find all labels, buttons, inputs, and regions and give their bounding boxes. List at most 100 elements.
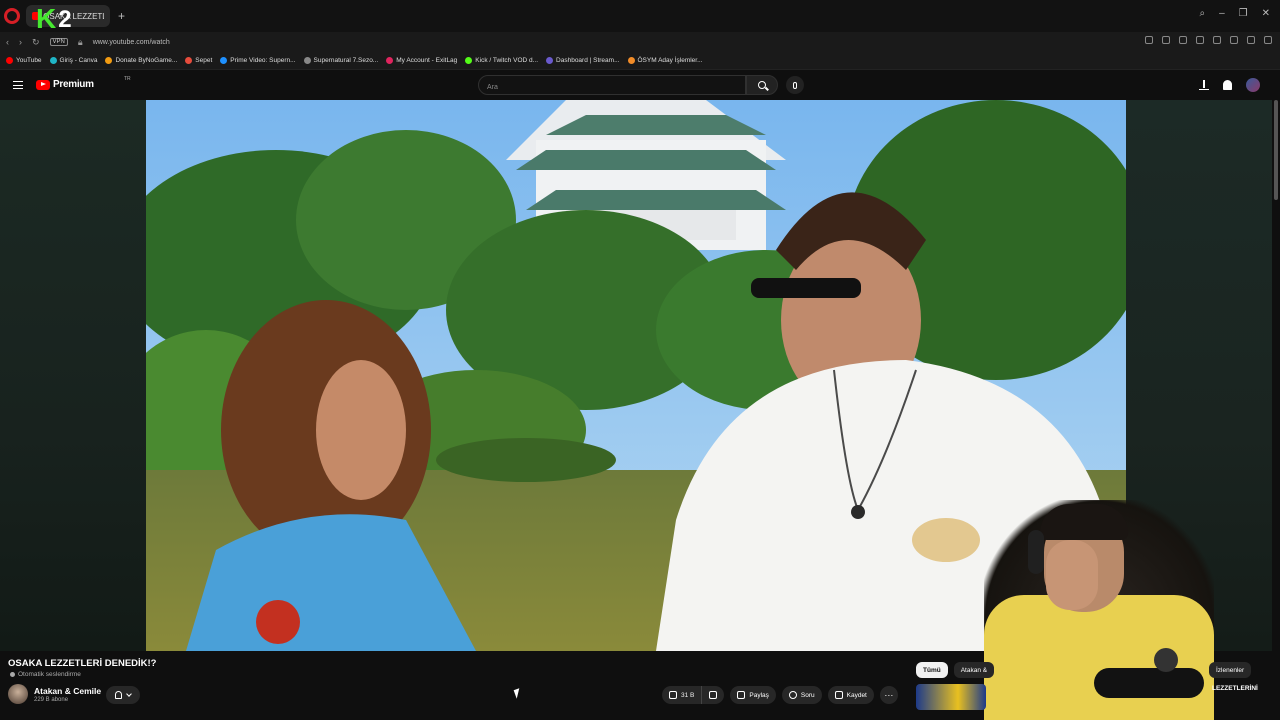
like-count: 31 B xyxy=(681,691,695,699)
bookmark-item[interactable]: Giriş - Canva xyxy=(49,57,97,64)
back-button[interactable]: ‹ xyxy=(6,37,9,47)
lock-icon: 🔒︎ xyxy=(77,36,83,47)
bookmark-item[interactable]: Kick / Twitch VOD d... xyxy=(465,57,538,64)
shield-icon[interactable] xyxy=(1179,36,1187,44)
chevron-down-icon xyxy=(126,691,132,697)
bookmark-item[interactable]: Sepet xyxy=(185,57,212,64)
thumbs-down-icon xyxy=(709,691,718,699)
extension-icon[interactable] xyxy=(1162,36,1170,44)
profile-icon[interactable] xyxy=(1264,36,1272,44)
bookmark-favicon-icon xyxy=(303,57,311,64)
subscriber-count: 229 B abone xyxy=(34,697,69,703)
browser-tab-bar: OSAKA LEZZETLERİ D + K 2 ⌕ – ❐ ✕ xyxy=(0,0,1280,34)
share-arrow-icon xyxy=(737,691,746,699)
video-frame[interactable] xyxy=(146,100,1126,651)
address-bar-tools xyxy=(1145,36,1272,44)
bookmark-favicon-icon xyxy=(185,57,193,64)
like-dislike-group: 31 B xyxy=(662,686,725,704)
like-button[interactable]: 31 B xyxy=(662,686,701,704)
bookmark-favicon-icon xyxy=(465,57,473,64)
download-icon[interactable] xyxy=(1247,36,1255,44)
bookmark-item[interactable]: Supernatural 7.Sezo... xyxy=(303,57,378,64)
save-button[interactable]: Kaydet xyxy=(827,686,874,704)
address-bar: ‹ › ↻ VPN 🔒︎ www.youtube.com/watch xyxy=(0,32,1280,52)
bookmark-favicon-icon xyxy=(546,57,554,64)
bookmark-favicon-icon xyxy=(220,57,228,64)
ask-button[interactable]: Soru xyxy=(781,686,822,704)
youtube-header: Premium TR xyxy=(0,70,1280,100)
dislike-button[interactable] xyxy=(701,686,724,704)
bookmarks-bar: YouTube Giriş - Canva Donate ByNoGame... Se… xyxy=(0,52,1280,70)
video-scene-image xyxy=(146,100,1126,651)
search-button[interactable] xyxy=(746,75,778,95)
page-scrollbar[interactable] xyxy=(1274,100,1278,200)
share-button[interactable]: Paylaş xyxy=(730,686,776,704)
bookmark-favicon-icon xyxy=(105,57,113,64)
mouse-cursor-icon xyxy=(513,688,523,699)
bookmark-item[interactable]: My Account - ExitLag xyxy=(386,57,457,64)
header-actions xyxy=(1199,78,1260,92)
microphone-icon xyxy=(793,81,797,89)
thumbs-up-icon xyxy=(669,691,677,699)
auto-dub-label[interactable]: Otomatik seslendirme xyxy=(10,671,81,678)
bookmark-item[interactable]: ÖSYM Aday İşlemler... xyxy=(627,57,703,64)
create-upload-icon[interactable] xyxy=(1199,80,1209,90)
subscribed-notifications-button[interactable] xyxy=(106,686,140,704)
close-window-button[interactable]: ✕ xyxy=(1262,8,1270,19)
bell-icon xyxy=(115,691,122,699)
bookmark-item[interactable]: Donate ByNoGame... xyxy=(105,57,177,64)
chip-channel[interactable]: Atakan & xyxy=(953,662,995,678)
microphone-arm xyxy=(1094,668,1204,698)
search-icon xyxy=(758,81,766,89)
window-controls: ⌕ – ❐ ✕ xyxy=(1199,8,1270,19)
more-horizontal-icon: ··· xyxy=(884,690,894,700)
new-tab-button[interactable]: + xyxy=(118,9,125,23)
related-video-title[interactable]: LEZZETLERİNİ xyxy=(1212,685,1258,692)
more-actions-button[interactable]: ··· xyxy=(879,686,898,704)
account-avatar[interactable] xyxy=(1246,78,1260,92)
bookmark-favicon-icon xyxy=(386,57,394,64)
hamburger-menu-icon[interactable] xyxy=(13,81,23,89)
snapshot-icon[interactable] xyxy=(1145,36,1153,44)
list-icon[interactable] xyxy=(1230,36,1238,44)
streamer-webcam-overlay xyxy=(984,500,1214,720)
vpn-badge[interactable]: VPN xyxy=(49,38,68,46)
video-title: OSAKA LEZZETLERİ DENEDİK!? xyxy=(8,658,157,669)
bookmark-favicon-icon xyxy=(627,57,635,64)
reload-button[interactable]: ↻ xyxy=(32,37,40,48)
logo-text: Premium xyxy=(53,79,94,90)
channel-avatar[interactable] xyxy=(8,684,28,704)
youtube-logo[interactable]: Premium TR xyxy=(36,76,131,90)
bookmark-item[interactable]: Dashboard | Stream... xyxy=(546,57,620,64)
url-field[interactable]: www.youtube.com/watch xyxy=(93,39,170,46)
k2-logo: K 2 xyxy=(36,3,72,34)
related-filter-chips: Tümü Atakan & xyxy=(916,662,995,678)
youtube-play-icon xyxy=(36,79,50,90)
region-code: TR xyxy=(124,76,131,82)
restore-button[interactable]: ❐ xyxy=(1239,8,1248,19)
related-video-thumbnail[interactable] xyxy=(916,684,986,710)
notifications-bell-icon[interactable] xyxy=(1223,80,1232,90)
auto-dub-icon xyxy=(10,672,15,677)
chip-all[interactable]: Tümü xyxy=(916,662,948,678)
bookmark-item[interactable]: YouTube xyxy=(6,57,42,64)
heart-icon[interactable] xyxy=(1213,36,1221,44)
bookmark-favicon-icon xyxy=(49,57,57,64)
headset-icon xyxy=(1028,530,1044,574)
sparkle-icon xyxy=(788,691,797,699)
video-actions: 31 B Paylaş Soru Kaydet ··· xyxy=(662,686,898,704)
chip-watched[interactable]: İzlenenler xyxy=(1209,662,1252,678)
minimize-button[interactable]: – xyxy=(1219,8,1225,19)
bookmark-icon xyxy=(834,691,843,699)
bookmark-favicon-icon xyxy=(6,57,13,64)
tab-search-icon[interactable]: ⌕ xyxy=(1199,8,1205,19)
channel-name[interactable]: Atakan & Cemile xyxy=(34,686,101,696)
search-input[interactable] xyxy=(479,78,745,97)
forward-button[interactable]: › xyxy=(19,37,22,47)
voice-search-button[interactable] xyxy=(786,76,804,94)
search-box xyxy=(478,75,746,97)
play-icon[interactable] xyxy=(1196,36,1204,44)
bookmark-item[interactable]: Prime Video: Supern... xyxy=(220,57,296,64)
browser-logo-icon[interactable] xyxy=(4,8,20,24)
ambient-glow-left xyxy=(0,100,146,651)
